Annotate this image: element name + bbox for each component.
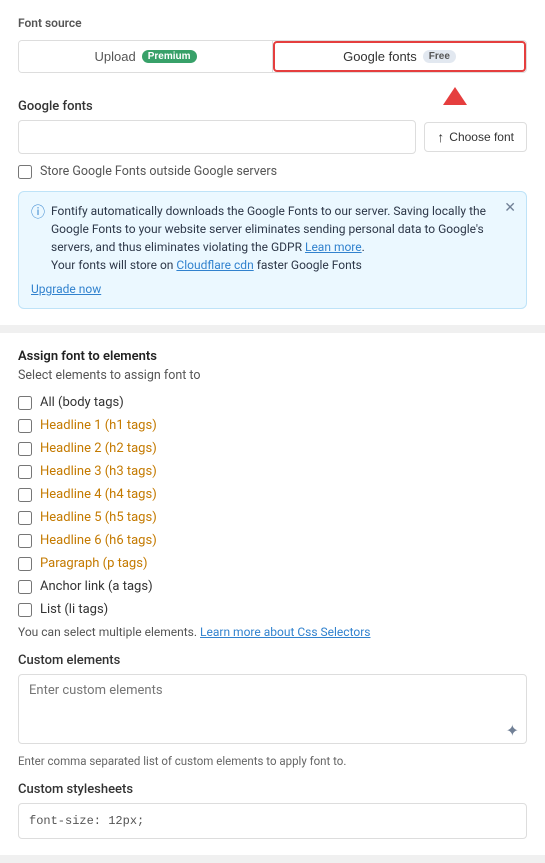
choose-font-button[interactable]: ↑ Choose font xyxy=(424,122,527,152)
element-checkbox-p[interactable] xyxy=(18,557,32,571)
info-box: ✕ ⓘ Fontify automatically downloads the … xyxy=(18,191,527,309)
assign-section: Assign font to elements Select elements … xyxy=(0,333,545,855)
element-checkbox-h5[interactable] xyxy=(18,511,32,525)
tab-upload-label: Upload xyxy=(95,49,136,64)
element-label-h4: Headline 4 (h4 tags) xyxy=(40,487,157,502)
element-label-h5: Headline 5 (h5 tags) xyxy=(40,510,157,525)
element-checkbox-body[interactable] xyxy=(18,396,32,410)
learn-more-css-link[interactable]: Learn more about Css Selectors xyxy=(200,625,370,639)
custom-stylesheets-input[interactable] xyxy=(18,803,527,839)
info-box-text: Fontify automatically downloads the Goog… xyxy=(51,202,514,274)
tab-google[interactable]: Google fonts Free xyxy=(273,41,526,72)
font-source-section: Font source Upload Premium Google fonts … xyxy=(0,0,545,325)
checkbox-item: Headline 3 (h3 tags) xyxy=(18,464,527,479)
custom-elements-label: Custom elements xyxy=(18,653,527,668)
checkbox-item: Headline 5 (h5 tags) xyxy=(18,510,527,525)
element-label-a: Anchor link (a tags) xyxy=(40,579,153,594)
element-label-li: List (li tags) xyxy=(40,602,108,617)
element-checkbox-h4[interactable] xyxy=(18,488,32,502)
google-font-input[interactable] xyxy=(18,120,416,154)
font-input-row: ↑ Choose font xyxy=(18,120,527,154)
assign-subtitle: Select elements to assign font to xyxy=(18,368,527,383)
element-label-h2: Headline 2 (h2 tags) xyxy=(40,441,157,456)
info-icon: ⓘ xyxy=(31,203,45,224)
tab-bar: Upload Premium Google fonts Free xyxy=(18,40,527,73)
element-checkbox-h3[interactable] xyxy=(18,465,32,479)
store-google-fonts-checkbox[interactable] xyxy=(18,165,32,179)
custom-elements-note: Enter comma separated list of custom ele… xyxy=(18,754,527,768)
cloudflare-link[interactable]: Cloudflare cdn xyxy=(176,258,253,272)
premium-badge: Premium xyxy=(142,50,197,63)
checkbox-item: Headline 2 (h2 tags) xyxy=(18,441,527,456)
element-label-p: Paragraph (p tags) xyxy=(40,556,147,571)
choose-font-icon: ↑ xyxy=(437,129,444,145)
element-checkbox-a[interactable] xyxy=(18,580,32,594)
store-google-fonts-label: Store Google Fonts outside Google server… xyxy=(40,164,277,179)
checkbox-item: Paragraph (p tags) xyxy=(18,556,527,571)
element-checkbox-h2[interactable] xyxy=(18,442,32,456)
info-text-3: faster Google Fonts xyxy=(257,258,362,272)
info-text-1: Fontify automatically downloads the Goog… xyxy=(51,204,486,254)
element-label-h6: Headline 6 (h6 tags) xyxy=(40,533,157,548)
checkbox-item: Headline 1 (h1 tags) xyxy=(18,418,527,433)
custom-elements-textarea[interactable] xyxy=(18,674,527,744)
arrow-indicator xyxy=(18,87,527,105)
arrow-up-icon xyxy=(443,87,467,105)
custom-stylesheets-label: Custom stylesheets xyxy=(18,782,527,797)
font-source-label: Font source xyxy=(18,16,527,30)
checkbox-item: Anchor link (a tags) xyxy=(18,579,527,594)
tab-google-label: Google fonts xyxy=(343,49,417,64)
element-checkbox-h1[interactable] xyxy=(18,419,32,433)
lean-more-link[interactable]: Lean more xyxy=(305,240,362,254)
assign-title: Assign font to elements xyxy=(18,349,527,364)
custom-textarea-wrap: ✦ xyxy=(18,674,527,748)
tab-upload[interactable]: Upload Premium xyxy=(19,41,272,72)
upgrade-link[interactable]: Upgrade now xyxy=(31,280,101,298)
info-text-2: Your fonts will store on xyxy=(51,258,173,272)
element-label-h1: Headline 1 (h1 tags) xyxy=(40,418,157,433)
checkbox-item: All (body tags) xyxy=(18,395,527,410)
element-label-h3: Headline 3 (h3 tags) xyxy=(40,464,157,479)
checkbox-item: List (li tags) xyxy=(18,602,527,617)
checkbox-item: Headline 6 (h6 tags) xyxy=(18,533,527,548)
store-google-fonts-row: Store Google Fonts outside Google server… xyxy=(18,164,527,179)
element-checkbox-h6[interactable] xyxy=(18,534,32,548)
element-label-body: All (body tags) xyxy=(40,395,124,410)
choose-font-label: Choose font xyxy=(449,130,514,144)
element-checkbox-li[interactable] xyxy=(18,603,32,617)
info-box-header: ⓘ Fontify automatically downloads the Go… xyxy=(31,202,514,274)
multiple-note: You can select multiple elements. Learn … xyxy=(18,625,527,639)
info-box-close-button[interactable]: ✕ xyxy=(504,200,516,214)
multiple-note-text: You can select multiple elements. xyxy=(18,625,197,639)
checkbox-item: Headline 4 (h4 tags) xyxy=(18,487,527,502)
free-badge: Free xyxy=(423,50,456,63)
custom-textarea-icon: ✦ xyxy=(506,721,519,740)
element-checkboxes: All (body tags) Headline 1 (h1 tags) Headl… xyxy=(18,395,527,617)
